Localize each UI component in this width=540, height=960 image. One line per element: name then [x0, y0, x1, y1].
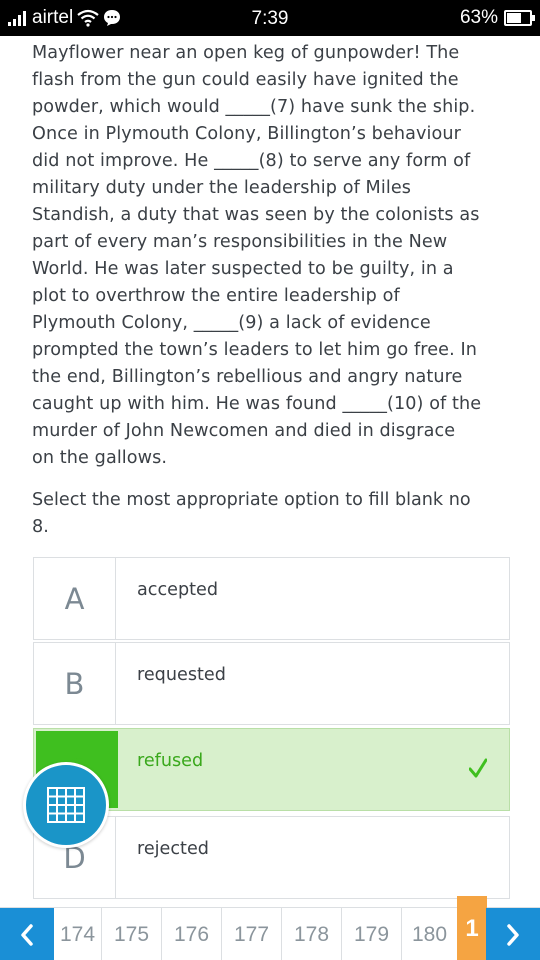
option-text: accepted [137, 580, 219, 600]
battery-icon [504, 10, 535, 26]
text-line: Plymouth Colony, _____(9) a lack of evid… [32, 313, 431, 333]
text-line: Once in Plymouth Colony, Billington’s be… [32, 124, 461, 144]
option-letter: A [34, 558, 116, 639]
text-line: prompted the town’s leaders to let him g… [32, 340, 478, 360]
text-line: the end, Billington’s rebellious and ang… [32, 367, 463, 387]
battery-percent: 63% [459, 7, 498, 28]
page-navigator: 174 175 176 177 178 179 180 1 [0, 896, 540, 960]
option-b[interactable]: B requested [33, 642, 510, 725]
page-number[interactable]: 176 [162, 908, 222, 960]
text-line: plot to overthrow the entire leadership … [32, 286, 400, 306]
question-grid-icon [47, 787, 85, 823]
current-page[interactable]: 1 [457, 896, 487, 960]
checkmark-icon [469, 758, 487, 778]
page-number[interactable]: 179 [342, 908, 402, 960]
text-line: Select the most appropriate option to fi… [32, 490, 471, 510]
question-grid-button[interactable] [23, 762, 109, 848]
text-line: Standish, a duty that was seen by the co… [32, 205, 480, 225]
text-line: World. He was later suspected to be guil… [32, 259, 454, 279]
prev-page-button[interactable] [0, 908, 54, 960]
next-page-button[interactable] [486, 908, 540, 960]
status-bar: airtel 7:39 63% [0, 0, 540, 36]
text-line: did not improve. He _____(8) to serve an… [32, 151, 471, 171]
text-line: Mayflower near an open keg of gunpowder!… [32, 43, 460, 63]
page-number[interactable]: 178 [282, 908, 342, 960]
option-a[interactable]: A accepted [33, 557, 510, 640]
text-line: on the gallows. [32, 448, 168, 468]
chevron-left-icon [21, 923, 33, 946]
page-number[interactable]: 180 [402, 908, 457, 960]
page-number[interactable]: 174 [54, 908, 102, 960]
option-text: rejected [137, 839, 209, 859]
chevron-right-icon [507, 923, 519, 946]
text-line: military duty under the leadership of Mi… [32, 178, 412, 198]
text-line: murder of John Newcomen and died in disg… [32, 421, 456, 441]
text-line: 8. [32, 517, 49, 537]
question-prompt: Select the most appropriate option to fi… [32, 487, 512, 541]
option-letter: B [34, 643, 116, 724]
text-line: powder, which would _____(7) have sunk t… [32, 97, 476, 117]
option-d[interactable]: D rejected [33, 816, 510, 899]
status-right: 63% [459, 7, 535, 29]
battery-fill [507, 13, 521, 23]
text-line: flash from the gun could easily have ign… [32, 70, 459, 90]
passage-text: Mayflower near an open keg of gunpowder!… [32, 40, 512, 472]
option-text: refused [137, 751, 204, 771]
page-number[interactable]: 175 [102, 908, 162, 960]
text-line: caught up with him. He was found _____(1… [32, 394, 482, 414]
text-line: part of every man’s responsibilities in … [32, 232, 448, 252]
option-text: requested [137, 665, 226, 685]
page-number[interactable]: 177 [222, 908, 282, 960]
